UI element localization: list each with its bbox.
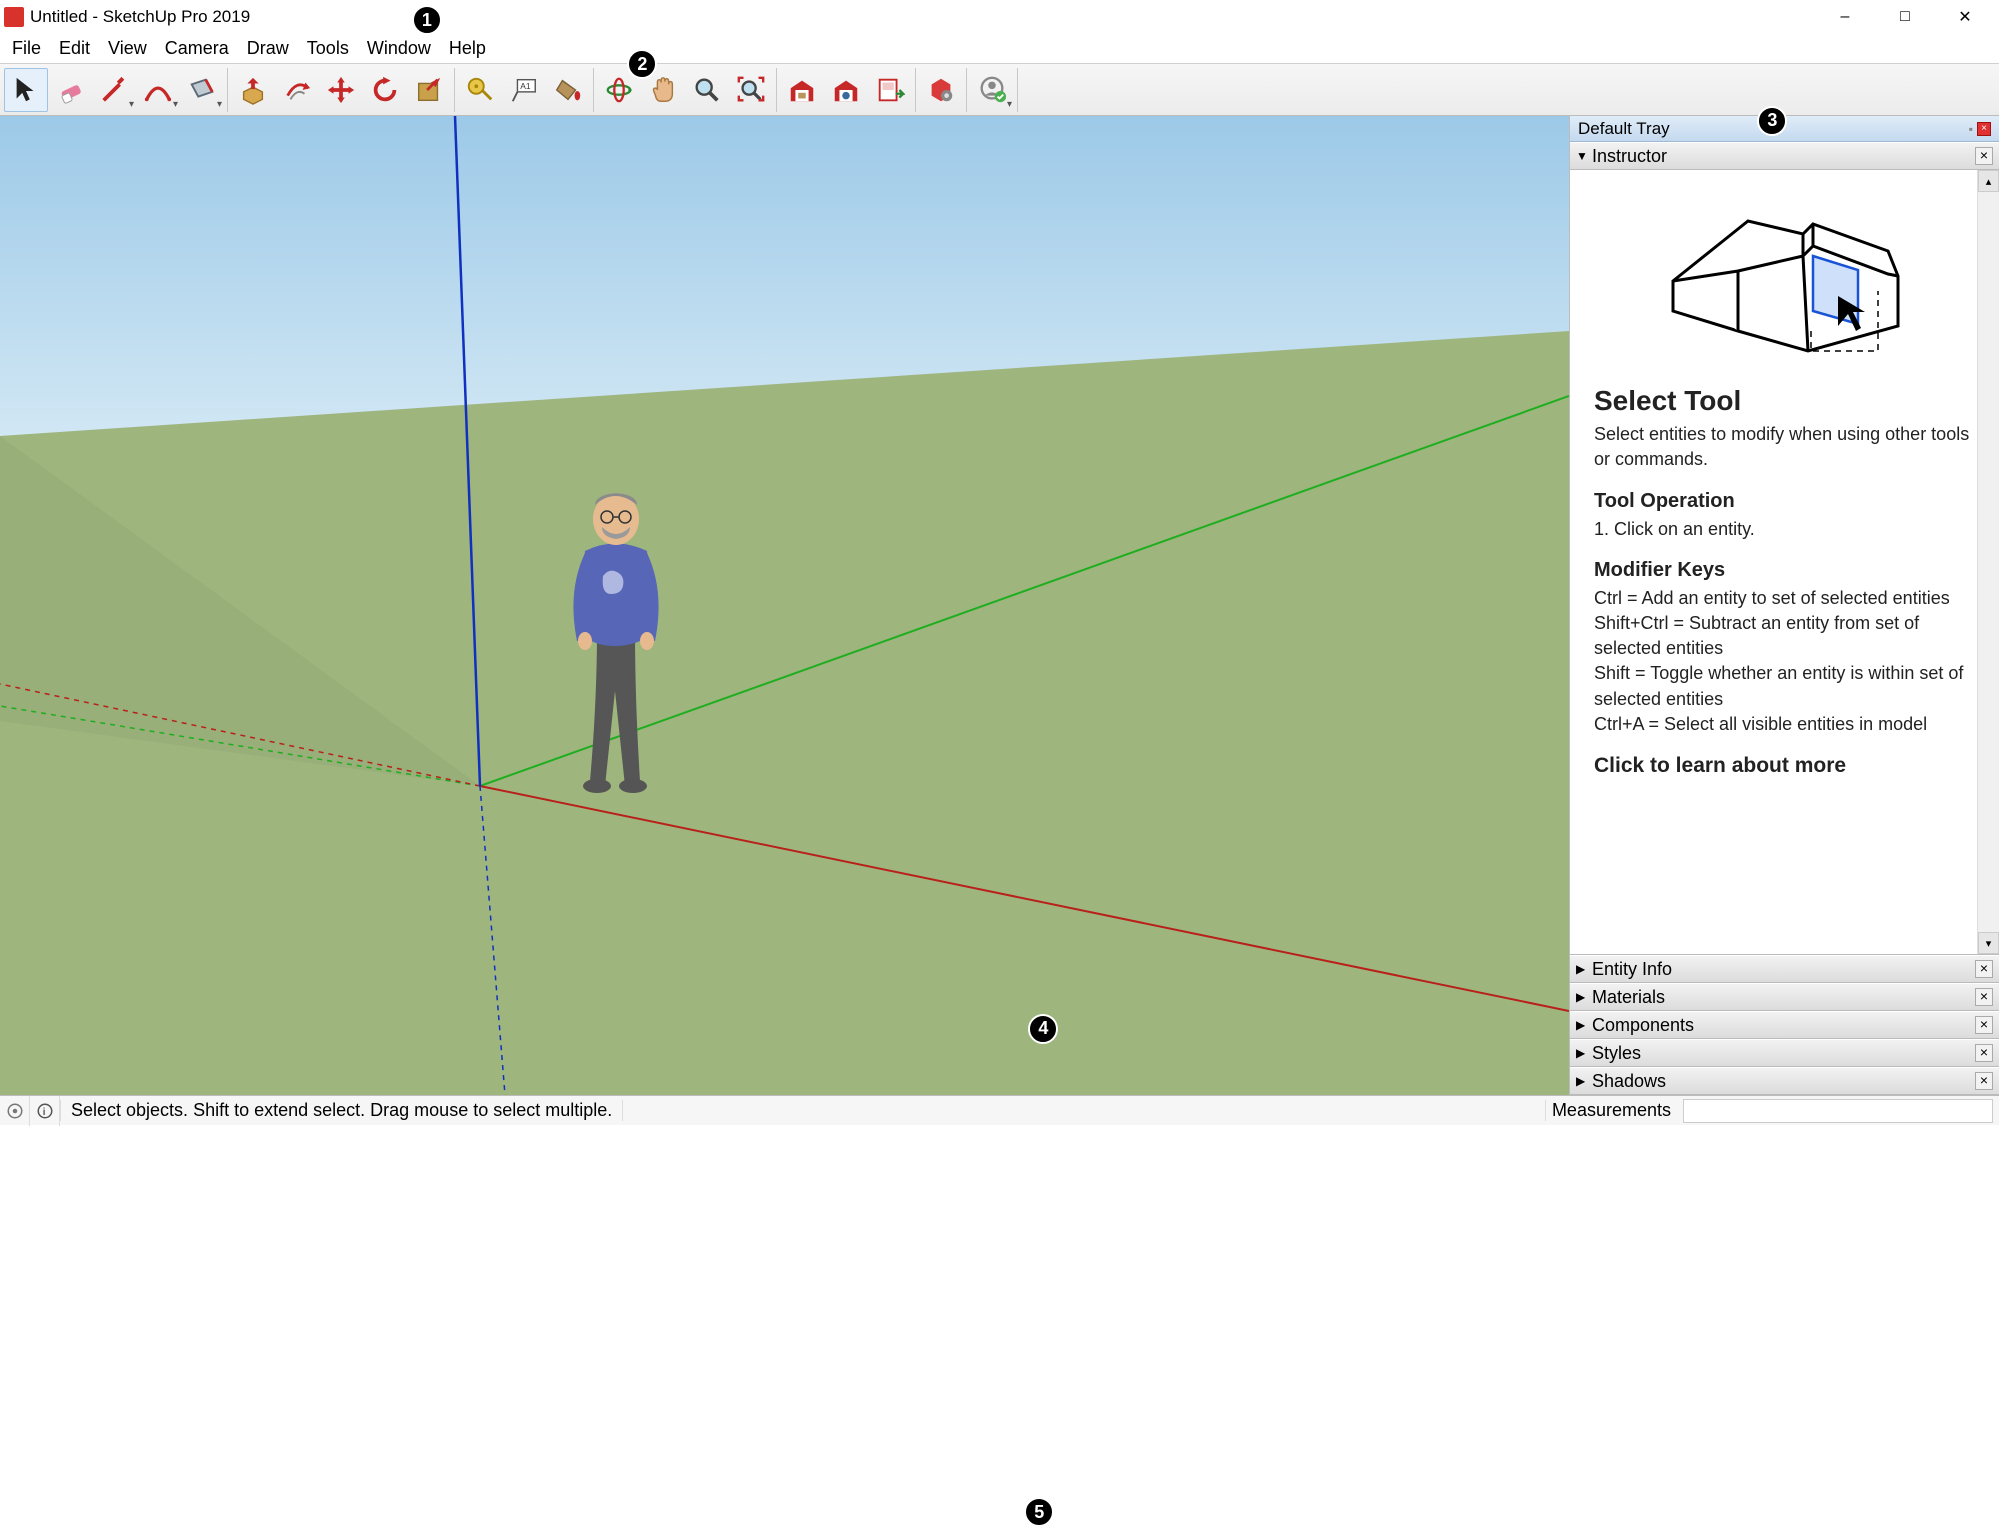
collapse-icon: ▶: [1576, 1018, 1592, 1032]
minimize-button[interactable]: ‒: [1815, 0, 1875, 34]
toolbar: A1: [0, 64, 1999, 116]
menu-help[interactable]: Help: [440, 35, 495, 62]
instructor-more-link[interactable]: Click to learn about more: [1594, 751, 1971, 780]
panel-close-icon[interactable]: ×: [1975, 1016, 1993, 1034]
paint-bucket-button[interactable]: [546, 68, 590, 112]
instructor-mod-h: Modifier Keys: [1594, 556, 1971, 584]
measurements-input[interactable]: [1683, 1099, 1993, 1123]
zoom-tool-button[interactable]: [685, 68, 729, 112]
svg-text:A1: A1: [520, 81, 531, 91]
tray-pin-icon[interactable]: ▪: [1969, 122, 1973, 136]
instructor-mod-2: Shift+Ctrl = Subtract an entity from set…: [1594, 611, 1971, 661]
user-account-button[interactable]: [970, 68, 1014, 112]
instructor-mod-1: Ctrl = Add an entity to set of selected …: [1594, 586, 1971, 611]
menu-tools[interactable]: Tools: [298, 35, 358, 62]
panel-header-shadows[interactable]: ▶ Shadows ×: [1570, 1067, 1999, 1095]
tray-close-icon[interactable]: ×: [1977, 122, 1991, 136]
instructor-op-h: Tool Operation: [1594, 487, 1971, 515]
line-tool-button[interactable]: [92, 68, 136, 112]
instructor-title: Select Tool: [1594, 381, 1971, 420]
panel-header-components[interactable]: ▶ Components ×: [1570, 1011, 1999, 1039]
panel-title: Entity Info: [1592, 959, 1672, 980]
menu-bar: File Edit View Camera Draw Tools Window …: [0, 34, 1999, 64]
collapse-icon: ▶: [1576, 990, 1592, 1004]
tray-title: Default Tray: [1578, 119, 1670, 139]
panel-title: Styles: [1592, 1043, 1641, 1064]
maximize-button[interactable]: □: [1875, 0, 1935, 34]
status-message: Select objects. Shift to extend select. …: [60, 1100, 623, 1121]
instructor-desc: Select entities to modify when using oth…: [1594, 422, 1971, 472]
3d-viewport[interactable]: [0, 116, 1569, 1095]
close-button[interactable]: ✕: [1935, 0, 1995, 34]
panel-header-entity-info[interactable]: ▶ Entity Info ×: [1570, 955, 1999, 983]
menu-camera[interactable]: Camera: [156, 35, 238, 62]
geo-location-button[interactable]: [0, 1096, 30, 1126]
panel-title: Instructor: [1592, 146, 1667, 167]
scroll-down-icon[interactable]: ▾: [1978, 932, 1999, 954]
select-tool-button[interactable]: [4, 68, 48, 112]
text-tool-button[interactable]: A1: [502, 68, 546, 112]
instructor-panel: Select Tool Select entities to modify wh…: [1570, 170, 1999, 955]
panel-close-icon[interactable]: ×: [1975, 1044, 1993, 1062]
panel-title: Components: [1592, 1015, 1694, 1036]
arc-tool-button[interactable]: [136, 68, 180, 112]
credits-button[interactable]: i: [30, 1096, 60, 1126]
offset-tool-button[interactable]: [275, 68, 319, 112]
instructor-illustration: [1594, 188, 1971, 373]
panel-title: Materials: [1592, 987, 1665, 1008]
title-bar: Untitled - SketchUp Pro 2019 ‒ □ ✕: [0, 0, 1999, 34]
window-title: Untitled - SketchUp Pro 2019: [30, 7, 250, 27]
extension-warehouse-button[interactable]: [824, 68, 868, 112]
expand-icon: ▼: [1576, 149, 1592, 163]
panel-header-materials[interactable]: ▶ Materials ×: [1570, 983, 1999, 1011]
measurements-label: Measurements: [1545, 1100, 1677, 1121]
panel-header-instructor[interactable]: ▼ Instructor ×: [1570, 142, 1999, 170]
panel-close-icon[interactable]: ×: [1975, 147, 1993, 165]
collapse-icon: ▶: [1576, 962, 1592, 976]
3d-warehouse-button[interactable]: [780, 68, 824, 112]
instructor-mod-4: Ctrl+A = Select all visible entities in …: [1594, 712, 1971, 737]
pushpull-tool-button[interactable]: [231, 68, 275, 112]
menu-view[interactable]: View: [99, 35, 156, 62]
collapse-icon: ▶: [1576, 1074, 1592, 1088]
app-icon: [4, 7, 24, 27]
annotation-badge: 3: [1757, 106, 1787, 136]
panel-header-styles[interactable]: ▶ Styles ×: [1570, 1039, 1999, 1067]
scroll-up-icon[interactable]: ▴: [1978, 170, 1999, 192]
annotation-badge: 4: [1028, 1014, 1058, 1044]
tape-measure-button[interactable]: [458, 68, 502, 112]
extension-manager-button[interactable]: [919, 68, 963, 112]
menu-file[interactable]: File: [3, 35, 50, 62]
status-bar: i Select objects. Shift to extend select…: [0, 1095, 1999, 1125]
main-area: Default Tray ▪ × ▼ Instructor ×: [0, 116, 1999, 1095]
send-to-layout-button[interactable]: [868, 68, 912, 112]
rectangle-tool-button[interactable]: [180, 68, 224, 112]
panel-close-icon[interactable]: ×: [1975, 1072, 1993, 1090]
menu-draw[interactable]: Draw: [238, 35, 298, 62]
menu-window[interactable]: Window: [358, 35, 440, 62]
rotate-tool-button[interactable]: [363, 68, 407, 112]
instructor-mod-3: Shift = Toggle whether an entity is with…: [1594, 661, 1971, 711]
instructor-op-1: 1. Click on an entity.: [1594, 517, 1971, 542]
svg-text:i: i: [42, 1106, 45, 1117]
default-tray: Default Tray ▪ × ▼ Instructor ×: [1569, 116, 1999, 1095]
panel-scrollbar[interactable]: ▴ ▾: [1977, 170, 1999, 954]
panel-title: Shadows: [1592, 1071, 1666, 1092]
move-tool-button[interactable]: [319, 68, 363, 112]
panel-close-icon[interactable]: ×: [1975, 988, 1993, 1006]
scale-tool-button[interactable]: [407, 68, 451, 112]
eraser-tool-button[interactable]: [48, 68, 92, 112]
zoom-extents-button[interactable]: [729, 68, 773, 112]
annotation-badge: 5: [1024, 1497, 1054, 1527]
menu-edit[interactable]: Edit: [50, 35, 99, 62]
panel-close-icon[interactable]: ×: [1975, 960, 1993, 978]
collapse-icon: ▶: [1576, 1046, 1592, 1060]
